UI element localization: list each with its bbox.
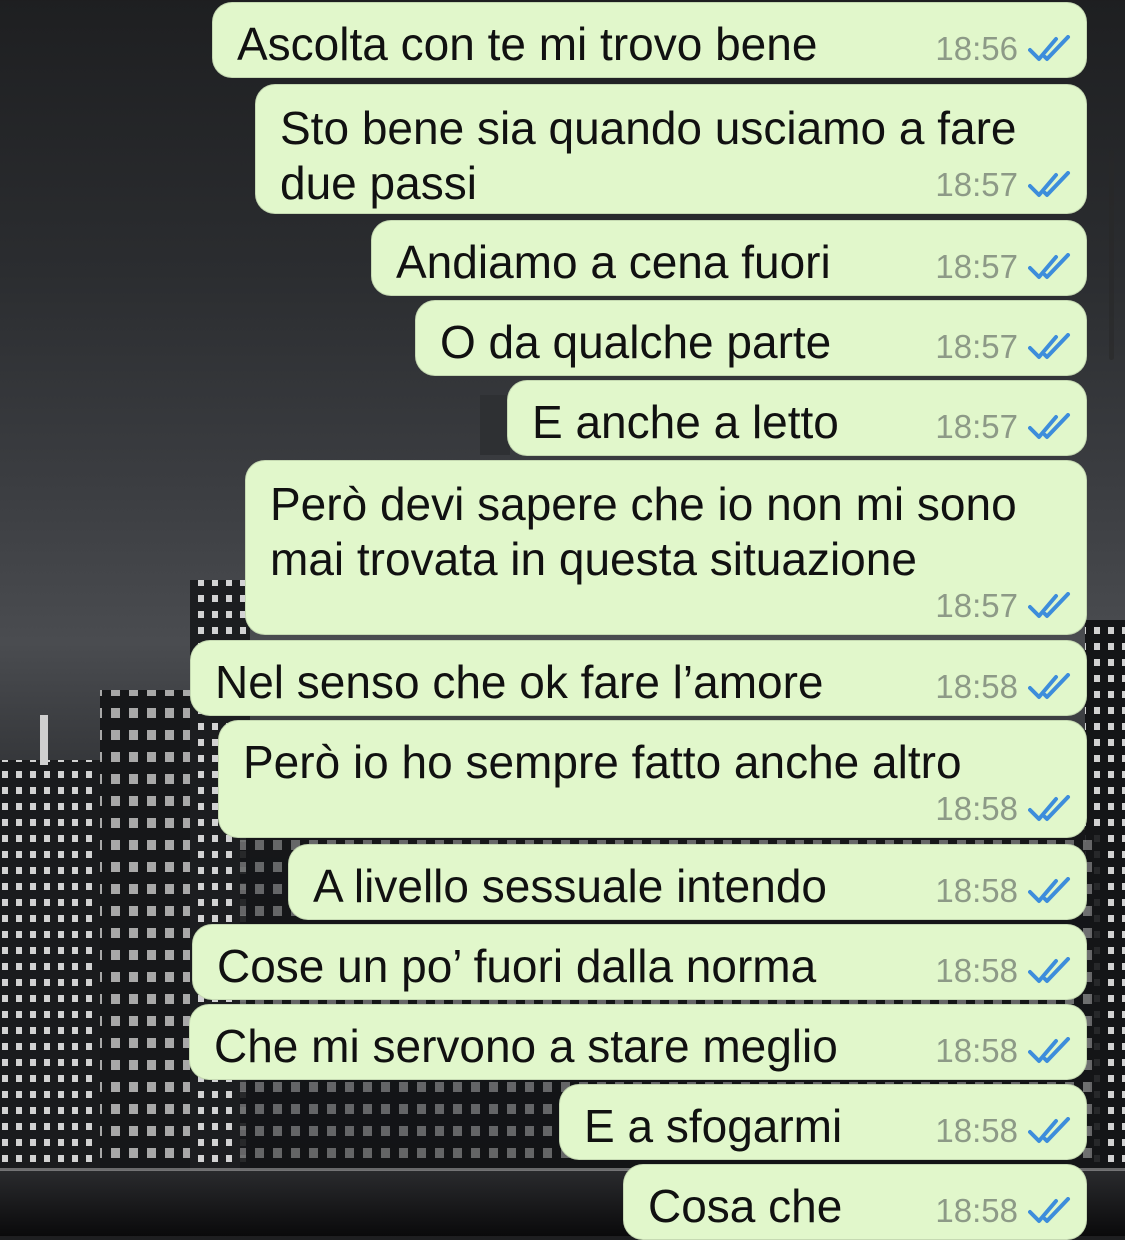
message-bubble[interactable]: Cose un po’ fuori dalla norma 18:58 bbox=[192, 924, 1087, 1000]
message-timestamp: 18:58 bbox=[935, 952, 1018, 989]
message-timestamp: 18:57 bbox=[935, 587, 1018, 624]
message-bubble[interactable]: E anche a letto 18:57 bbox=[507, 380, 1087, 456]
message-timestamp: 18:58 bbox=[935, 1192, 1018, 1229]
message-timestamp: 18:58 bbox=[935, 1032, 1018, 1069]
message-bubble[interactable]: Sto bene sia quando usciamo a fare due p… bbox=[255, 84, 1087, 214]
message-bubble[interactable]: Cosa che 18:58 bbox=[623, 1164, 1087, 1240]
message-bubble[interactable]: Che mi servono a stare meglio 18:58 bbox=[189, 1004, 1087, 1080]
read-double-check-icon bbox=[1028, 957, 1070, 983]
message-meta: 18:56 bbox=[935, 29, 1074, 69]
message-meta: 18:58 bbox=[935, 871, 1074, 911]
message-timestamp: 18:58 bbox=[935, 1112, 1018, 1149]
message-bubble[interactable]: Andiamo a cena fuori 18:57 bbox=[371, 220, 1087, 296]
message-text: O da qualche parte bbox=[440, 316, 832, 368]
message-meta: 18:58 bbox=[935, 1031, 1074, 1071]
scroll-indicator[interactable] bbox=[1109, 150, 1114, 360]
message-bubble[interactable]: O da qualche parte 18:57 bbox=[415, 300, 1087, 376]
read-double-check-icon bbox=[1028, 413, 1070, 439]
message-text: A livello sessuale intendo bbox=[313, 860, 827, 912]
message-timestamp: 18:56 bbox=[935, 30, 1018, 67]
message-timestamp: 18:58 bbox=[935, 668, 1018, 705]
message-timestamp: 18:57 bbox=[935, 166, 1018, 203]
read-double-check-icon bbox=[1028, 1037, 1070, 1063]
read-double-check-icon bbox=[1028, 673, 1070, 699]
message-meta: 18:58 bbox=[935, 1191, 1074, 1231]
message-meta: 18:58 bbox=[935, 789, 1074, 829]
message-text: Ascolta con te mi trovo bene bbox=[237, 18, 818, 70]
message-meta: 18:57 bbox=[935, 586, 1074, 626]
message-meta: 18:58 bbox=[935, 1111, 1074, 1151]
message-text: Però devi sapere che io non mi sono mai … bbox=[270, 478, 1017, 585]
message-timestamp: 18:58 bbox=[935, 872, 1018, 909]
message-timestamp: 18:57 bbox=[935, 408, 1018, 445]
message-bubble[interactable]: Però io ho sempre fatto anche altro 18:58 bbox=[218, 720, 1087, 838]
message-text: E a sfogarmi bbox=[584, 1100, 843, 1152]
message-meta: 18:57 bbox=[935, 407, 1074, 447]
message-text: Cose un po’ fuori dalla norma bbox=[217, 940, 817, 992]
read-double-check-icon bbox=[1028, 35, 1070, 61]
message-meta: 18:57 bbox=[935, 327, 1074, 367]
read-double-check-icon bbox=[1028, 1117, 1070, 1143]
read-double-check-icon bbox=[1028, 877, 1070, 903]
message-meta: 18:57 bbox=[935, 165, 1074, 205]
read-double-check-icon bbox=[1028, 1197, 1070, 1223]
read-double-check-icon bbox=[1028, 333, 1070, 359]
message-bubble[interactable]: A livello sessuale intendo 18:58 bbox=[288, 844, 1087, 920]
read-double-check-icon bbox=[1028, 171, 1070, 197]
message-bubble[interactable]: Ascolta con te mi trovo bene 18:56 bbox=[212, 2, 1087, 78]
message-timestamp: 18:57 bbox=[935, 248, 1018, 285]
message-bubble[interactable]: Però devi sapere che io non mi sono mai … bbox=[245, 460, 1087, 635]
message-bubble[interactable]: Nel senso che ok fare l’amore 18:58 bbox=[190, 640, 1087, 716]
message-text: Che mi servono a stare meglio bbox=[214, 1020, 838, 1072]
message-timestamp: 18:57 bbox=[935, 328, 1018, 365]
read-double-check-icon bbox=[1028, 253, 1070, 279]
message-text: Nel senso che ok fare l’amore bbox=[215, 656, 824, 708]
message-bubble[interactable]: E a sfogarmi 18:58 bbox=[559, 1084, 1087, 1160]
read-double-check-icon bbox=[1028, 592, 1070, 618]
message-text: Cosa che bbox=[648, 1180, 843, 1232]
message-text: E anche a letto bbox=[532, 396, 839, 448]
message-meta: 18:57 bbox=[935, 247, 1074, 287]
message-text: Andiamo a cena fuori bbox=[396, 236, 831, 288]
read-double-check-icon bbox=[1028, 795, 1070, 821]
message-text: Però io ho sempre fatto anche altro bbox=[243, 736, 962, 788]
message-meta: 18:58 bbox=[935, 667, 1074, 707]
message-timestamp: 18:58 bbox=[935, 790, 1018, 827]
message-meta: 18:58 bbox=[935, 951, 1074, 991]
